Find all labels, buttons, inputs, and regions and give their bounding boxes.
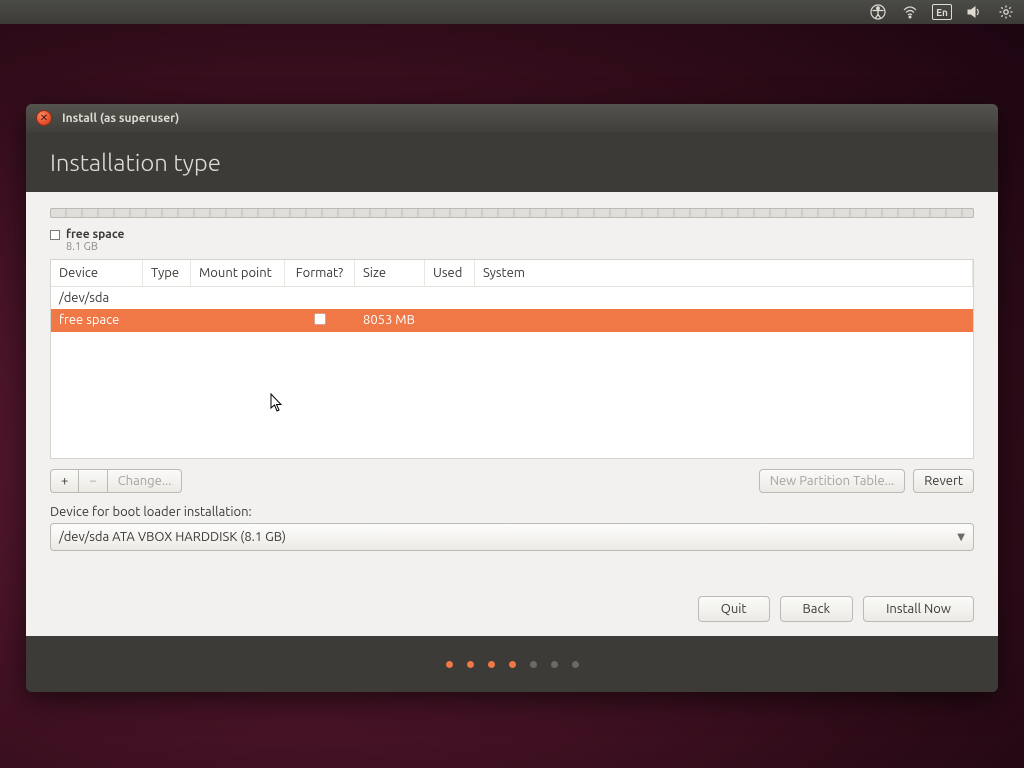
page-title: Installation type [26,132,998,192]
installer-window: ✕ Install (as superuser) Installation ty… [26,104,998,692]
ime-label: En [932,4,952,20]
col-type[interactable]: Type [143,260,191,286]
pager-dot [572,661,579,668]
legend-sublabel: 8.1 GB [66,241,98,253]
install-button[interactable]: Install Now [863,596,974,622]
bootloader-device-combobox[interactable]: /dev/sda ATA VBOX HARDDISK (8.1 GB) ▼ [50,523,974,551]
col-used[interactable]: Used [425,260,475,286]
cell-used [425,309,475,332]
cell-size: 8053 MB [355,309,425,332]
window-title: Install (as superuser) [62,112,179,125]
desktop: En ✕ Install (as superuser) Installation… [0,0,1024,768]
device-row[interactable]: /dev/sda [51,287,973,309]
revert-button[interactable]: Revert [913,469,974,493]
wizard-buttons: Quit Back Install Now [698,596,974,622]
bootloader-label: Device for boot loader installation: [50,505,974,519]
legend-swatch [50,230,60,240]
cell-device: free space [51,309,143,332]
pager-dot [467,661,474,668]
bootloader-device-value: /dev/sda ATA VBOX HARDDISK (8.1 GB) [59,530,286,544]
cell-mount [191,309,285,332]
close-icon[interactable]: ✕ [36,110,52,126]
partition-toolbar: + − Change... New Partition Table... Rev… [50,469,974,493]
accessibility-icon[interactable] [868,2,888,22]
cell-format [285,309,355,332]
new-partition-table-button[interactable]: New Partition Table... [759,469,906,493]
pager-dot [446,661,453,668]
pager-dot [509,661,516,668]
disk-usage-legend: free space [26,222,998,241]
col-device[interactable]: Device [51,260,143,286]
pager-dot [530,661,537,668]
ime-indicator[interactable]: En [932,2,952,22]
cell-type [143,309,191,332]
disk-usage-bar [50,208,974,218]
window-body: free space 8.1 GB Device Type Mount poin… [26,192,998,636]
top-menubar: En [0,0,1024,24]
partition-table[interactable]: Device Type Mount point Format? Size Use… [50,259,974,459]
pager [26,636,998,692]
legend-label: free space [66,228,124,241]
table-row[interactable]: free space 8053 MB [51,309,973,332]
back-button[interactable]: Back [780,596,854,622]
partition-edit-group: + − Change... [50,469,182,493]
col-mount[interactable]: Mount point [191,260,285,286]
format-checkbox[interactable] [314,313,326,325]
titlebar[interactable]: ✕ Install (as superuser) [26,104,998,132]
disk-usage-bar-wrap [26,192,998,222]
change-partition-button[interactable]: Change... [107,469,183,493]
cell-system [475,309,973,332]
chevron-down-icon: ▼ [957,531,965,543]
system-gear-icon[interactable] [996,2,1016,22]
network-icon[interactable] [900,2,920,22]
partition-table-header: Device Type Mount point Format? Size Use… [51,260,973,287]
quit-button[interactable]: Quit [698,596,770,622]
col-system[interactable]: System [475,260,973,286]
pager-dot [488,661,495,668]
col-size[interactable]: Size [355,260,425,286]
pager-dot [551,661,558,668]
sound-icon[interactable] [964,2,984,22]
add-partition-button[interactable]: + [50,469,78,493]
col-format[interactable]: Format? [285,260,355,286]
remove-partition-button[interactable]: − [78,469,106,493]
